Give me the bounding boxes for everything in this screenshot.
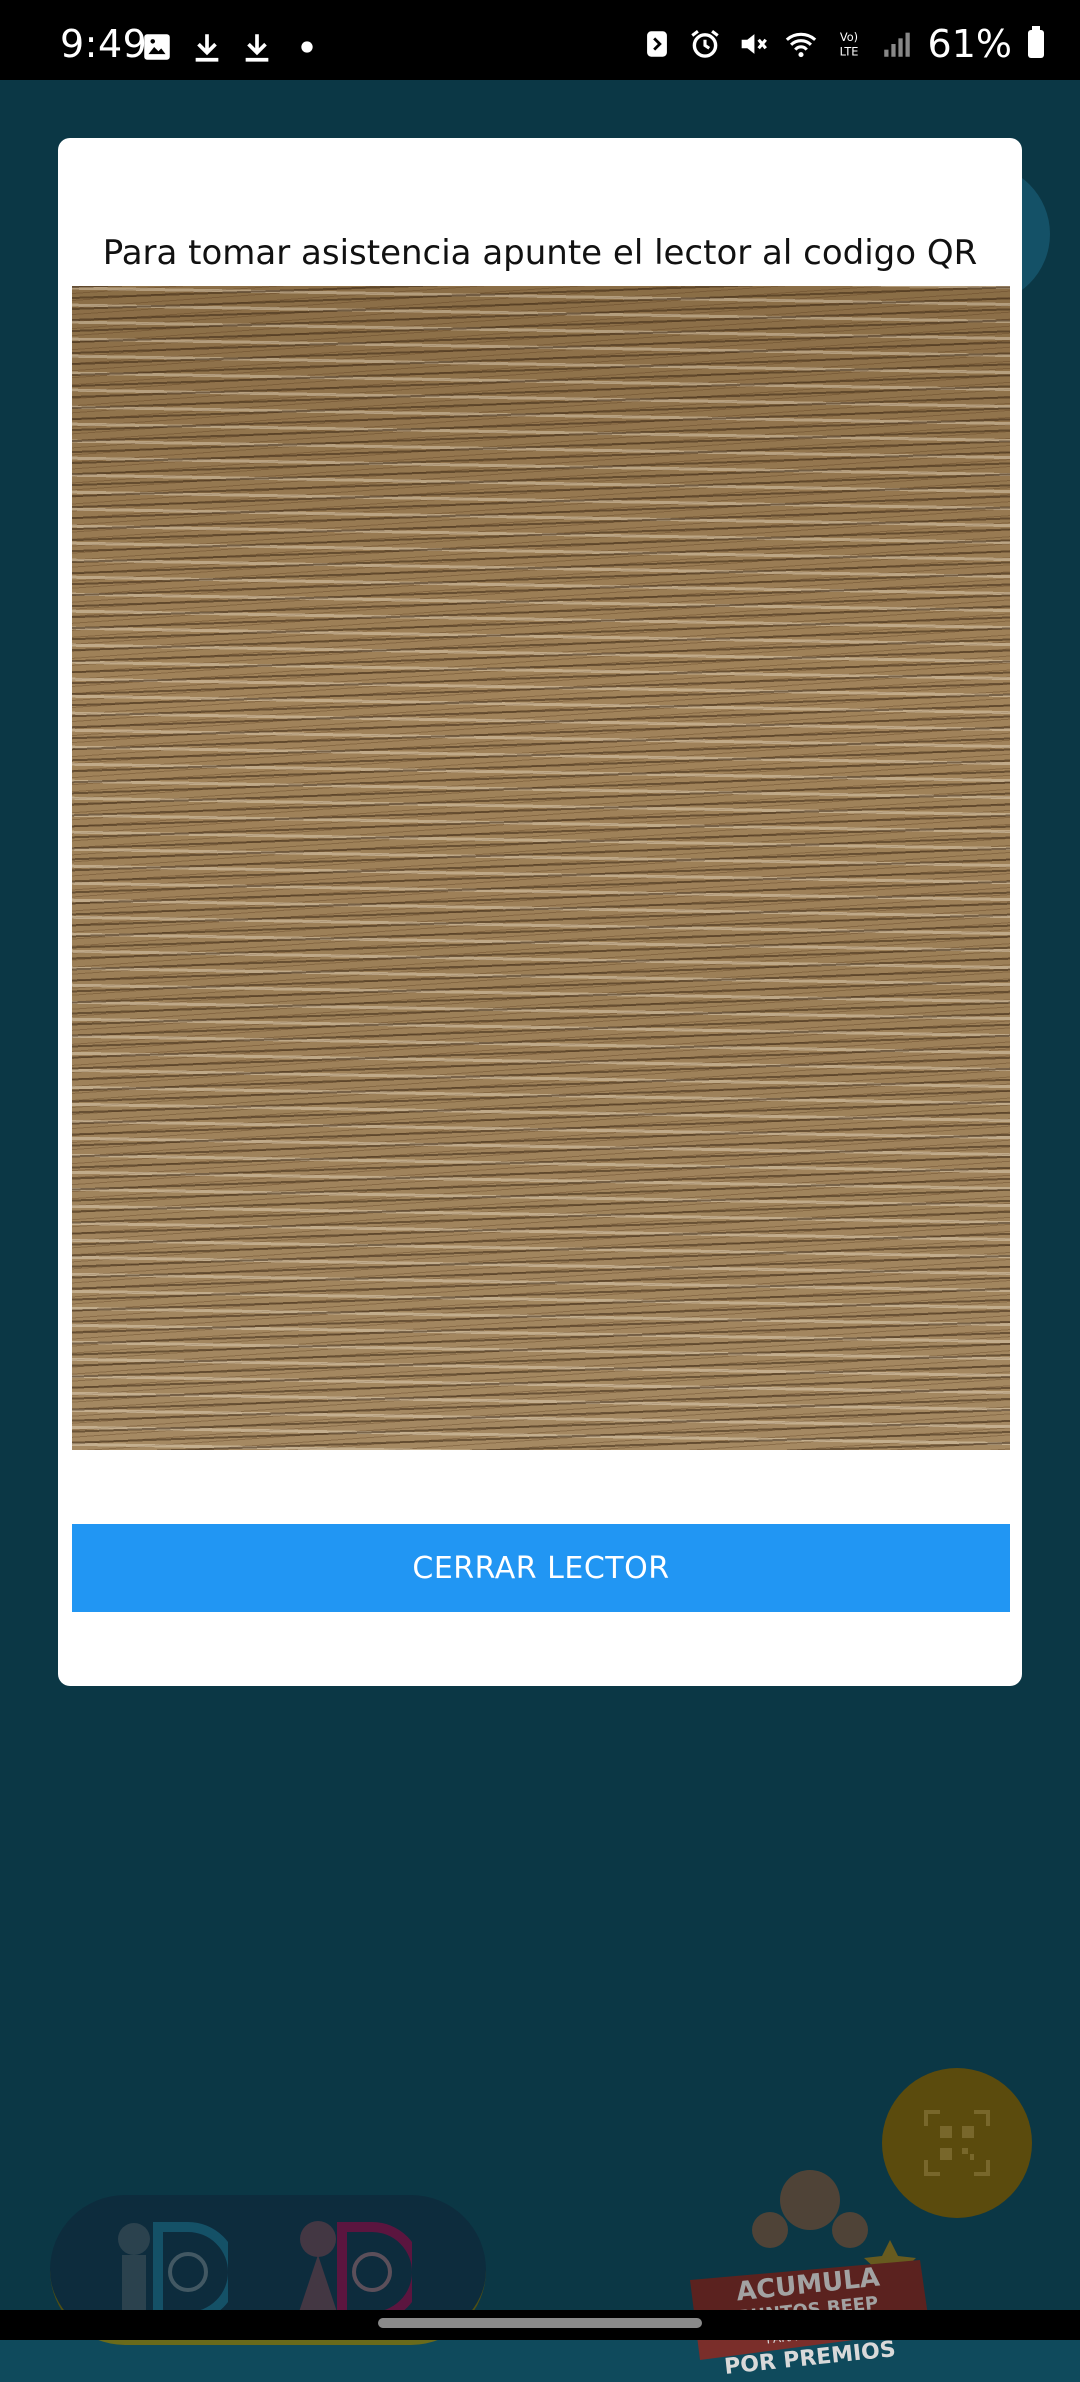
image-icon [144, 34, 170, 60]
dot-icon [301, 41, 313, 53]
svg-text:Vo): Vo) [839, 30, 857, 44]
qr-reader-dialog: Para tomar asistencia apunte el lector a… [58, 138, 1022, 1686]
alarm-icon [690, 30, 719, 58]
system-icons: Vo) LTE 61% [640, 22, 1044, 66]
svg-text:LTE: LTE [839, 44, 858, 58]
status-time: 9:49 [60, 22, 148, 66]
close-reader-button[interactable]: CERRAR LECTOR [72, 1524, 1010, 1612]
wifi-icon [785, 32, 816, 58]
dialog-title: Para tomar asistencia apunte el lector a… [102, 233, 978, 273]
download-icon [195, 34, 219, 62]
camera-preview[interactable] [72, 286, 1010, 1450]
battery-percent: 61% [927, 22, 1012, 66]
home-gesture-handle[interactable] [378, 2318, 702, 2328]
volte-icon: Vo)LTE [839, 30, 858, 58]
notification-icons [140, 30, 324, 64]
signal-icon [883, 32, 910, 57]
battery-icon [1028, 26, 1044, 58]
nfc-icon [646, 31, 667, 57]
download-icon [245, 34, 269, 62]
status-bar: 9:49 Vo) LTE 61% [0, 0, 1080, 80]
navigation-bar [0, 2310, 1080, 2340]
mute-icon [741, 34, 767, 54]
